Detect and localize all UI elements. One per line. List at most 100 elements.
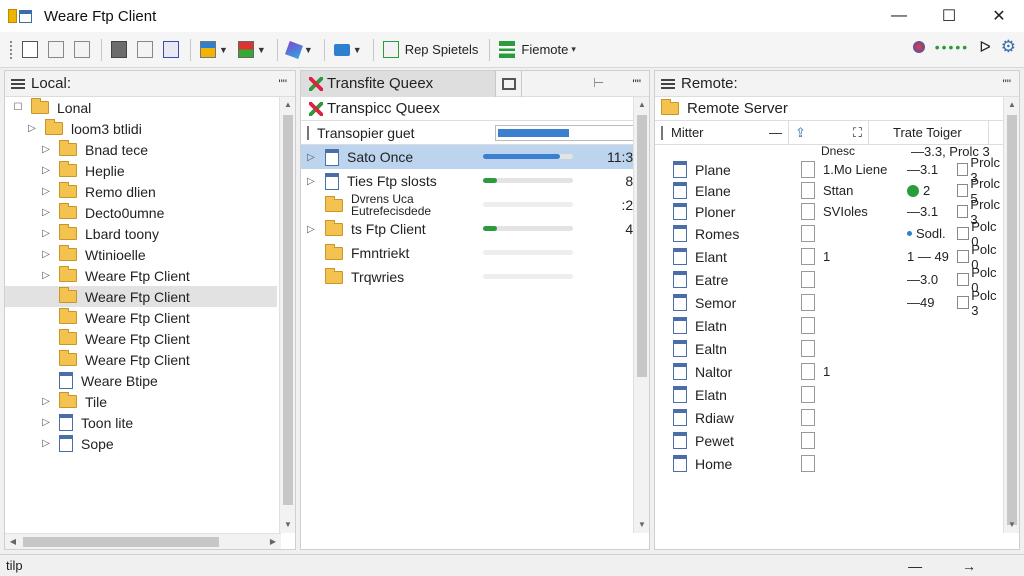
queue-row[interactable]: ▷ts Ftp Client40 (301, 217, 649, 241)
expand-icon[interactable]: ▷ (39, 144, 53, 155)
scroll-down-icon[interactable]: ▼ (634, 517, 650, 533)
remote-file-row[interactable]: Elant 1 1 — 49 Polc 0 (655, 242, 1005, 272)
remote-file-row[interactable]: Elatn (655, 314, 1005, 337)
tree-item[interactable]: Weare Ftp Client (5, 328, 277, 349)
tree-item[interactable]: ▷ Decto0umne (5, 202, 277, 223)
scroll-thumb[interactable] (23, 537, 219, 547)
scroll-down-icon[interactable]: ▼ (280, 517, 296, 533)
new-document-button[interactable] (18, 37, 42, 63)
pin-icon[interactable]: "" (1002, 77, 1011, 91)
scroll-down-icon[interactable]: ▼ (1004, 517, 1020, 533)
remote-file-row[interactable]: Eatre —3.0 Polc 0 (655, 265, 1005, 295)
tree-item[interactable]: ☐ Lonal (5, 97, 277, 118)
remote-file-row[interactable]: Plane 1.Mo Liene —3.1 Prolc 3 (655, 155, 1005, 185)
scroll-thumb[interactable] (1007, 115, 1017, 525)
tree-item[interactable]: Weare Btipe (5, 370, 277, 391)
checkbox-icon[interactable] (957, 296, 970, 309)
expand-icon[interactable]: ▷ (307, 224, 319, 235)
expand-icon[interactable]: ▷ (39, 207, 53, 218)
expand-icon[interactable]: ▷ (39, 396, 53, 407)
queue-row[interactable]: Fmntriekt8 (301, 241, 649, 265)
view-dropdown[interactable]: ▼ (196, 37, 232, 63)
queue-row[interactable]: ▷ Sato Once 11:30 (301, 145, 649, 169)
scroll-up-icon[interactable]: ▲ (634, 97, 650, 113)
scroll-right-icon[interactable]: ▶ (265, 534, 281, 550)
rep-button[interactable]: Rep Spietels (379, 37, 483, 63)
tree-item[interactable]: ▷ Heplie (5, 160, 277, 181)
checkbox-icon[interactable] (957, 184, 969, 197)
close-button[interactable]: ✕ (974, 0, 1024, 32)
speech-icon[interactable]: ᐅ (979, 38, 991, 56)
tools-dropdown[interactable]: ▼ (283, 37, 317, 63)
maximize-button[interactable]: ☐ (924, 0, 974, 32)
checkbox-icon[interactable] (957, 273, 970, 286)
log-button[interactable] (159, 37, 183, 63)
tree-item[interactable]: ▷ Bnad tece (5, 139, 277, 160)
tree-item[interactable]: Weare Ftp Client (5, 286, 277, 307)
minimize-button[interactable]: — (874, 0, 924, 32)
queue-vertical-scrollbar[interactable]: ▲ ▼ (633, 97, 649, 533)
disconnect-button[interactable] (107, 37, 131, 63)
blank-page-button[interactable] (44, 37, 68, 63)
tree-item[interactable]: ▷ Wtinioelle (5, 244, 277, 265)
status-arrows[interactable]: — → (908, 558, 994, 574)
remote-file-row[interactable]: Elane Sttan 2 Prolc 5 (655, 176, 1005, 206)
tree-item[interactable]: ▷ Toon lite (5, 412, 277, 433)
remote-file-row[interactable]: Ealtn (655, 337, 1005, 360)
tree-item[interactable]: ▷ loom3 btlidi (5, 118, 277, 139)
gear-icon[interactable]: ⚙ (1001, 37, 1016, 57)
remote-file-row[interactable]: Rdiaw (655, 406, 1005, 429)
local-vertical-scrollbar[interactable]: ▲ ▼ (279, 97, 295, 533)
scroll-thumb[interactable] (637, 115, 647, 377)
column-name[interactable]: Mitter — (655, 120, 789, 145)
checkbox-icon[interactable] (957, 163, 969, 176)
expand-icon[interactable]: ▷ (39, 270, 53, 281)
queue-row[interactable]: Dvrens Uca Eutrefecisdede:20 (301, 193, 649, 217)
pin-icon[interactable]: "" (632, 77, 641, 91)
queue-row[interactable]: ▷Ties Ftp slosts80 (301, 169, 649, 193)
tree-item[interactable]: ▷ Tile (5, 391, 277, 412)
transfer-dropdown[interactable]: ▼ (330, 37, 366, 63)
expand-icon[interactable]: ▷ (25, 123, 39, 134)
tree-item[interactable]: ▷ Sope (5, 433, 277, 454)
checkbox-icon[interactable] (957, 250, 970, 263)
tree-item[interactable]: Weare Ftp Client (5, 349, 277, 370)
scroll-thumb[interactable] (283, 115, 293, 505)
expand-icon[interactable]: ▷ (39, 438, 53, 449)
queue-row[interactable]: Trqwries (301, 265, 649, 289)
remote-file-row[interactable]: Romes Sodl. Polc 0 (655, 219, 1005, 249)
expand-icon[interactable]: ▷ (307, 152, 319, 163)
expand-icon[interactable]: ☐ (11, 102, 25, 113)
remote-file-row[interactable]: Home (655, 452, 1005, 475)
tab-monitor[interactable] (496, 70, 523, 97)
remote-file-row[interactable]: Pewet (655, 429, 1005, 452)
scroll-left-icon[interactable]: ◀ (5, 534, 21, 550)
fiemote-dropdown[interactable]: Fiemote ▾ (495, 37, 580, 63)
expand-icon[interactable]: ▷ (39, 165, 53, 176)
expand-icon[interactable]: ▷ (39, 186, 53, 197)
copy-page-button[interactable] (70, 37, 94, 63)
checkbox-icon[interactable] (957, 227, 970, 240)
column-type[interactable]: Trate Toiger (869, 120, 989, 145)
remote-file-row[interactable]: Elatn (655, 383, 1005, 406)
tree-item[interactable]: ▷ Weare Ftp Client (5, 265, 277, 286)
expand-icon[interactable]: ▷ (39, 249, 53, 260)
local-horizontal-scrollbar[interactable]: ◀ ▶ (5, 533, 281, 549)
tree-item[interactable]: ▷ Remo dlien (5, 181, 277, 202)
site-manager-button[interactable] (133, 37, 157, 63)
pin-icon[interactable]: "" (278, 77, 287, 91)
remote-file-row[interactable]: Ploner SVIoles —3.1 Prolc 3 (655, 197, 1005, 227)
tree-item[interactable]: ▷ Lbard toony (5, 223, 277, 244)
column-sort[interactable]: ⇪ ⛶ (789, 120, 869, 145)
remote-file-row[interactable]: Semor —49 Polc 3 (655, 288, 1005, 318)
checkbox-icon[interactable] (957, 205, 969, 218)
filter-dropdown[interactable]: ▼ (234, 37, 270, 63)
tree-item[interactable]: Weare Ftp Client (5, 307, 277, 328)
remote-file-row[interactable]: Naltor 1 (655, 360, 1005, 383)
tab-transfer-queue[interactable]: Transfite Queex (301, 70, 497, 97)
scroll-up-icon[interactable]: ▲ (1004, 97, 1020, 113)
scroll-up-icon[interactable]: ▲ (280, 97, 296, 113)
expand-icon[interactable]: ▷ (39, 417, 53, 428)
remote-vertical-scrollbar[interactable]: ▲ ▼ (1003, 97, 1019, 533)
status-globe-icon[interactable] (912, 41, 925, 53)
